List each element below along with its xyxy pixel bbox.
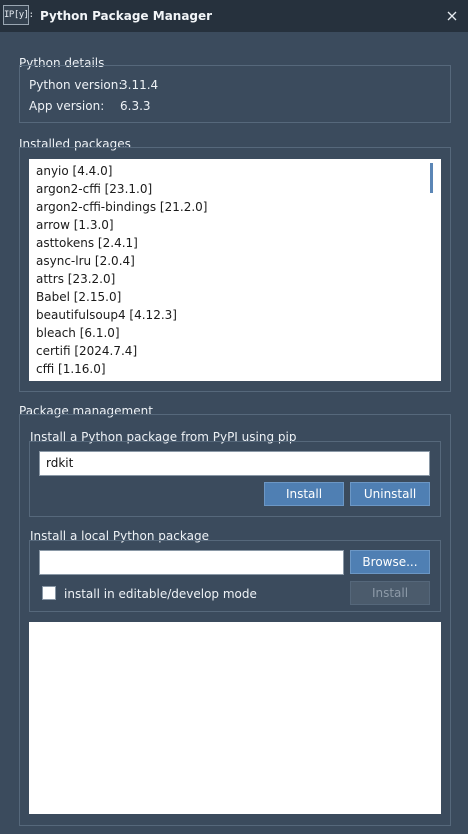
editable-mode-label: install in editable/develop mode — [64, 587, 257, 601]
app-version-label: App version: — [29, 99, 105, 113]
local-package-path-input[interactable] — [39, 550, 344, 575]
list-item[interactable]: asttokens [2.4.1] — [36, 236, 138, 250]
list-item[interactable]: attrs [23.2.0] — [36, 272, 115, 286]
list-item[interactable]: cffi [1.16.0] — [36, 362, 106, 376]
install-button[interactable]: Install — [264, 482, 344, 506]
title-bar: IP[y]: Python Package Manager — [0, 0, 468, 32]
list-item[interactable]: beautifulsoup4 [4.12.3] — [36, 308, 177, 322]
window-title: Python Package Manager — [40, 9, 213, 23]
list-item[interactable]: async-lru [2.0.4] — [36, 254, 135, 268]
list-scrollbar-thumb[interactable] — [430, 163, 433, 193]
list-item[interactable]: arrow [1.3.0] — [36, 218, 114, 232]
python-version-label: Python version: — [29, 78, 123, 92]
close-icon — [447, 11, 457, 21]
list-item[interactable]: argon2-cffi [23.1.0] — [36, 182, 152, 196]
python-version-value: 3.11.4 — [120, 78, 159, 92]
python-details-frame — [19, 65, 451, 123]
list-item[interactable]: Babel [2.15.0] — [36, 290, 121, 304]
output-log-area[interactable] — [29, 622, 441, 814]
editable-mode-checkbox[interactable] — [42, 586, 56, 600]
uninstall-button[interactable]: Uninstall — [350, 482, 430, 506]
installed-packages-list[interactable]: anyio [4.4.0] argon2-cffi [23.1.0] argon… — [29, 159, 441, 381]
list-item[interactable]: anyio [4.4.0] — [36, 164, 112, 178]
local-install-button[interactable]: Install — [350, 581, 430, 605]
pypi-package-input[interactable]: rdkit — [39, 451, 430, 476]
app-version-value: 6.3.3 — [120, 99, 151, 113]
list-item[interactable]: certifi [2024.7.4] — [36, 344, 137, 358]
list-item[interactable]: bleach [6.1.0] — [36, 326, 120, 340]
list-item[interactable]: argon2-cffi-bindings [21.2.0] — [36, 200, 207, 214]
close-button[interactable] — [436, 0, 468, 32]
ipython-app-icon: IP[y]: — [3, 5, 34, 25]
browse-button[interactable]: Browse... — [350, 550, 430, 574]
